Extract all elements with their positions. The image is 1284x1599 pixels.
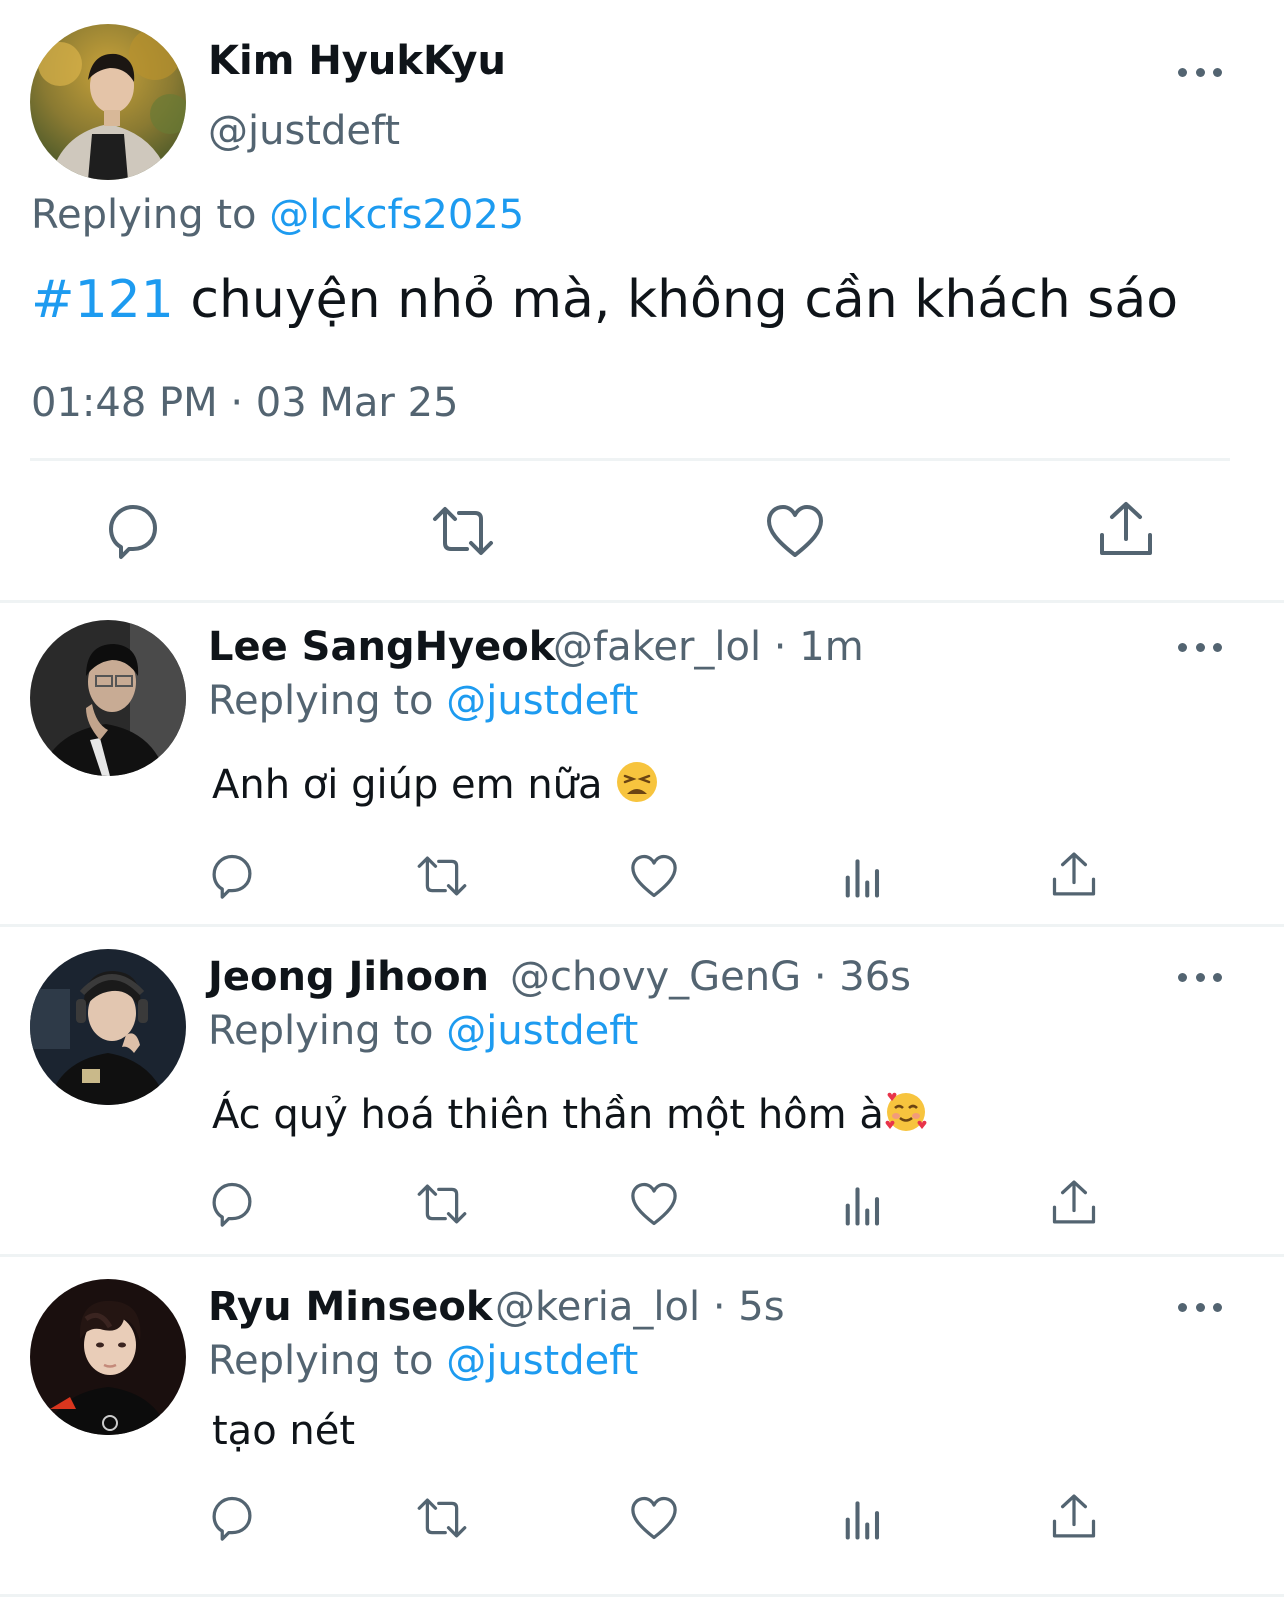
reply-icon[interactable] [101,499,165,563]
reply-text: Anh ơi giúp em nữa [212,760,659,808]
share-icon[interactable] [1048,1178,1100,1230]
reply-icon[interactable] [206,850,258,902]
reply-body: Anh ơi giúp em nữa [212,762,616,808]
reply-meta: @faker_lol · 1m [553,624,864,670]
divider [30,458,1230,461]
reply-author-handle[interactable]: @chovy_GenG [510,954,801,1000]
hashtag-link[interactable]: #121 [31,270,174,330]
tweet-timestamp[interactable]: 01:48 PM · 03 Mar 25 [31,380,458,426]
share-icon[interactable] [1048,850,1100,902]
divider [0,1254,1284,1257]
reply-time[interactable]: · 5s [700,1284,785,1330]
replying-to-link[interactable]: @justdeft [446,1338,638,1384]
reply-icon[interactable] [206,1492,258,1544]
avatar-jeong-jihoon[interactable] [30,949,186,1105]
reply-body: Ác quỷ hoá thiên thần một hôm à [212,1092,884,1138]
reply-text: tạo nét [212,1408,356,1454]
retweet-icon[interactable] [416,1178,468,1230]
retweet-icon[interactable] [431,499,495,563]
retweet-icon[interactable] [416,1492,468,1544]
avatar-kim-hyukkyu[interactable] [30,24,186,180]
reply-tweet[interactable]: Ryu Minseok @keria_lol · 5s Replying to … [0,1272,1284,1590]
views-icon[interactable] [838,850,890,902]
tired-face-emoji [615,760,659,804]
author-handle[interactable]: @justdeft [208,108,400,154]
divider [0,600,1284,603]
divider [0,1594,1284,1597]
reply-author-name[interactable]: Ryu Minseok [208,1284,493,1330]
more-options-icon[interactable] [1178,62,1222,82]
replying-to-link[interactable]: @lckcfs2025 [269,192,524,238]
avatar-lee-sanghyeok[interactable] [30,620,186,776]
replying-to-link[interactable]: @justdeft [446,678,638,724]
tweet-body: chuyện nhỏ mà, không cần khách sáo [173,270,1179,330]
more-options-icon[interactable] [1178,637,1222,657]
author-name[interactable]: Kim HyukKyu [208,38,506,84]
like-icon[interactable] [628,1178,680,1230]
retweet-icon[interactable] [416,850,468,902]
like-icon[interactable] [628,850,680,902]
share-icon[interactable] [1094,499,1158,563]
replying-to-line: Replying to @justdeft [208,678,638,724]
tweet-text: #121 chuyện nhỏ mà, không cần khách sáo [31,270,1178,330]
reply-author-handle[interactable]: @keria_lol [495,1284,700,1330]
divider [0,924,1284,927]
more-options-icon[interactable] [1178,967,1222,987]
like-icon[interactable] [628,1492,680,1544]
replying-to-link[interactable]: @justdeft [446,1008,638,1054]
reply-meta: @chovy_GenG · 36s [510,954,911,1000]
reply-meta: @keria_lol · 5s [495,1284,785,1330]
replying-to-label: Replying to [208,678,447,724]
views-icon[interactable] [838,1492,890,1544]
replying-to-line: Replying to @justdeft [208,1338,638,1384]
reply-author-handle[interactable]: @faker_lol [553,624,761,670]
replying-to-label: Replying to [208,1338,447,1384]
reply-time[interactable]: · 1m [761,624,864,670]
reply-author-name[interactable]: Lee SangHyeok [208,624,555,670]
reply-tweet[interactable]: Lee SangHyeok @faker_lol · 1m Replying t… [0,612,1284,926]
replying-to-label: Replying to [31,192,270,238]
reply-icon[interactable] [206,1178,258,1230]
more-options-icon[interactable] [1178,1297,1222,1317]
avatar-ryu-minseok[interactable] [30,1279,186,1435]
reply-time[interactable]: · 36s [801,954,911,1000]
like-icon[interactable] [763,499,827,563]
share-icon[interactable] [1048,1492,1100,1544]
reply-text: Ác quỷ hoá thiên thần một hôm à [212,1090,928,1138]
views-icon[interactable] [838,1178,890,1230]
smiling-face-with-hearts-emoji [884,1090,928,1134]
main-tweet: Kim HyukKyu @justdeft Replying to @lckcf… [0,0,1284,612]
reply-author-name[interactable]: Jeong Jihoon [208,954,489,1000]
replying-to-line: Replying to @lckcfs2025 [31,192,524,238]
replying-to-line: Replying to @justdeft [208,1008,638,1054]
reply-tweet[interactable]: Jeong Jihoon @chovy_GenG · 36s Replying … [0,942,1284,1256]
replying-to-label: Replying to [208,1008,447,1054]
